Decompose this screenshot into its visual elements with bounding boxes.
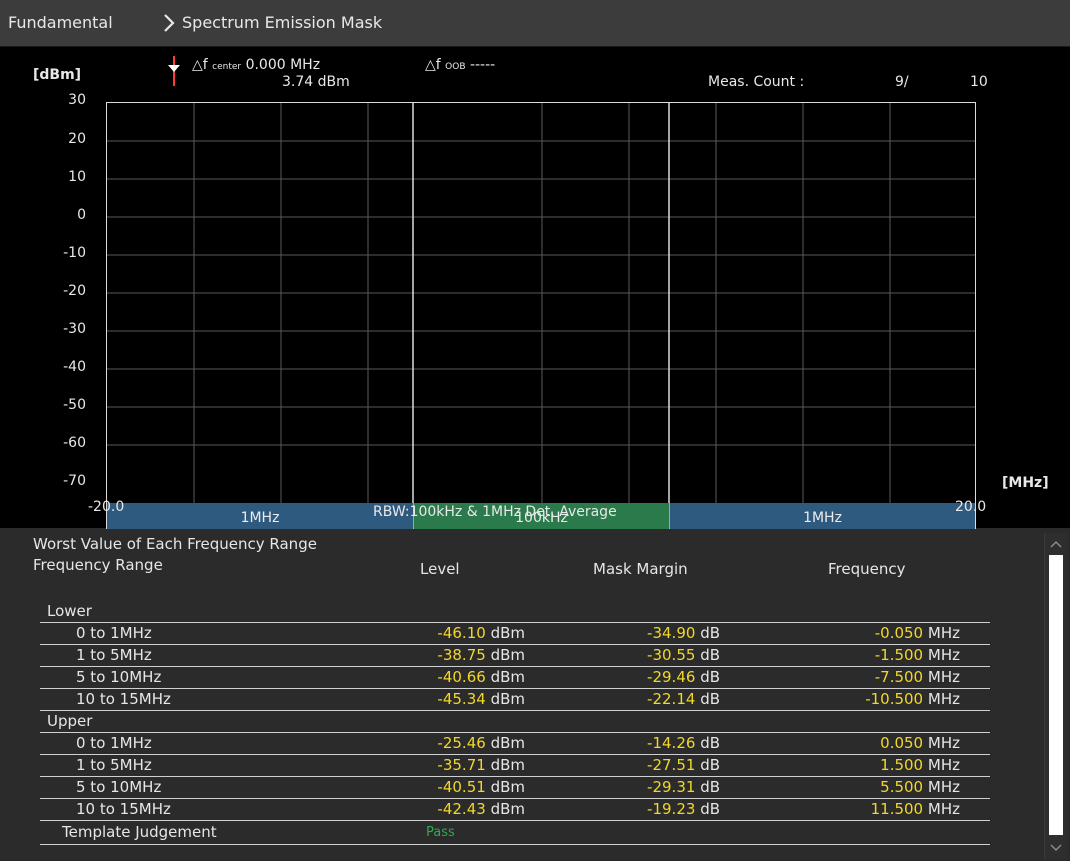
cell-mask-margin: -29.46 dB bbox=[647, 668, 720, 686]
cell-frequency: -0.050 MHz bbox=[874, 624, 960, 642]
plot-grid bbox=[107, 103, 975, 531]
row-divider bbox=[40, 820, 990, 821]
cell-level: -45.34 dBm bbox=[437, 690, 525, 708]
results-table: Worst Value of Each Frequency Range Freq… bbox=[0, 529, 1070, 861]
y-tick-label: -50 bbox=[63, 397, 86, 413]
row-divider bbox=[40, 688, 990, 689]
y-tick-label: -10 bbox=[63, 245, 86, 261]
cell-level: -38.75 dBm bbox=[437, 646, 525, 664]
cell-range: 10 to 15MHz bbox=[76, 690, 171, 708]
y-tick-label: -20 bbox=[63, 283, 86, 299]
y-tick-label: -40 bbox=[63, 359, 86, 375]
row-divider bbox=[40, 844, 990, 845]
y-tick-label: 30 bbox=[68, 92, 86, 108]
table-section-title: Worst Value of Each Frequency Range bbox=[33, 535, 317, 553]
y-tick-label: -70 bbox=[63, 473, 86, 489]
y-tick-label: 20 bbox=[68, 131, 86, 147]
row-divider bbox=[40, 732, 990, 733]
chevron-up-icon[interactable] bbox=[1050, 539, 1062, 549]
cell-mask-margin: -22.14 dB bbox=[647, 690, 720, 708]
breadcrumb-fundamental[interactable]: Fundamental bbox=[8, 13, 113, 32]
cell-range: 0 to 1MHz bbox=[76, 624, 152, 642]
cell-range: 0 to 1MHz bbox=[76, 734, 152, 752]
template-judgement-label: Template Judgement bbox=[62, 823, 217, 841]
header-frequency: Frequency bbox=[828, 560, 906, 578]
meas-count-label: Meas. Count : bbox=[708, 74, 805, 90]
row-divider bbox=[40, 798, 990, 799]
row-divider bbox=[40, 622, 990, 623]
cell-mask-margin: -19.23 dB bbox=[647, 800, 720, 818]
cell-range: 10 to 15MHz bbox=[76, 800, 171, 818]
cell-range: 1 to 5MHz bbox=[76, 646, 152, 664]
y-tick-label: -30 bbox=[63, 321, 86, 337]
row-divider bbox=[40, 754, 990, 755]
row-divider bbox=[40, 644, 990, 645]
breadcrumb-spectrum-emission-mask: Spectrum Emission Mask bbox=[182, 13, 383, 32]
cell-level: -46.10 dBm bbox=[437, 624, 525, 642]
cell-frequency: -10.500 MHz bbox=[865, 690, 960, 708]
cell-range: 1 to 5MHz bbox=[76, 756, 152, 774]
cell-range: 5 to 10MHz bbox=[76, 668, 162, 686]
marker-oob-delta: △f OOB ----- bbox=[425, 57, 496, 73]
cell-mask-margin: -30.55 dB bbox=[647, 646, 720, 664]
cell-frequency: -1.500 MHz bbox=[874, 646, 960, 664]
chevron-right-icon bbox=[164, 14, 175, 32]
group-label-lower: Lower bbox=[47, 602, 92, 620]
cell-frequency: 11.500 MHz bbox=[870, 800, 960, 818]
header-frequency-range: Frequency Range bbox=[33, 556, 163, 574]
cell-mask-margin: -34.90 dB bbox=[647, 624, 720, 642]
header-mask-margin: Mask Margin bbox=[593, 560, 688, 578]
cell-frequency: 0.050 MHz bbox=[880, 734, 960, 752]
meas-count-total: 10 bbox=[970, 74, 988, 90]
marker-icon bbox=[168, 56, 180, 86]
row-divider bbox=[40, 710, 990, 711]
table-scrollbar[interactable] bbox=[1044, 533, 1067, 859]
cell-frequency: 1.500 MHz bbox=[880, 756, 960, 774]
graph-footer: RBW:100kHz & 1MHz Det. Average bbox=[373, 504, 617, 520]
marker-center-delta: △f center 0.000 MHz bbox=[192, 57, 321, 73]
cell-mask-margin: -27.51 dB bbox=[647, 756, 720, 774]
x-unit-label: [MHz] bbox=[1002, 475, 1049, 491]
cell-frequency: -7.500 MHz bbox=[874, 668, 960, 686]
cell-level: -40.66 dBm bbox=[437, 668, 525, 686]
row-divider bbox=[40, 776, 990, 777]
template-judgement-value: Pass bbox=[426, 825, 455, 840]
cell-level: -25.46 dBm bbox=[437, 734, 525, 752]
y-tick-label: 0 bbox=[77, 207, 86, 223]
chevron-down-icon[interactable] bbox=[1050, 843, 1062, 853]
group-label-upper: Upper bbox=[47, 712, 93, 730]
cell-range: 5 to 10MHz bbox=[76, 778, 162, 796]
cell-level: -40.51 dBm bbox=[437, 778, 525, 796]
marker-level: 3.74 dBm bbox=[282, 74, 350, 90]
cell-mask-margin: -29.31 dB bbox=[647, 778, 720, 796]
scrollbar-thumb[interactable] bbox=[1049, 555, 1063, 835]
title-bar: Fundamental Spectrum Emission Mask bbox=[0, 0, 1070, 47]
row-divider bbox=[40, 666, 990, 667]
y-tick-label: -60 bbox=[63, 435, 86, 451]
meas-count-current: 9/ bbox=[895, 74, 909, 90]
plot-area[interactable]: 1MHz 100kHz 1MHz bbox=[106, 102, 976, 533]
y-unit-label: [dBm] bbox=[33, 67, 82, 83]
spectrum-graph: [dBm] △f center 0.000 MHz 3.74 dBm △f OO… bbox=[0, 47, 1070, 533]
x-max-label: 20.0 bbox=[955, 499, 987, 515]
cell-level: -42.43 dBm bbox=[437, 800, 525, 818]
cell-level: -35.71 dBm bbox=[437, 756, 525, 774]
y-tick-label: 10 bbox=[68, 169, 86, 185]
x-min-label: -20.0 bbox=[88, 499, 125, 515]
cell-mask-margin: -14.26 dB bbox=[647, 734, 720, 752]
cell-frequency: 5.500 MHz bbox=[880, 778, 960, 796]
header-level: Level bbox=[420, 560, 460, 578]
